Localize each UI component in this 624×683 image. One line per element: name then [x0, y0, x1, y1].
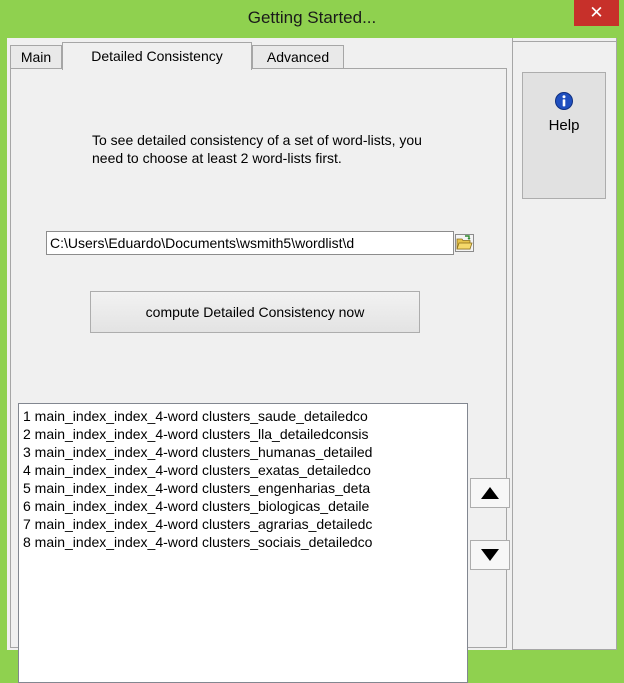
wordlist-list[interactable]: 1 main_index_index_4-word clusters_saude…: [18, 403, 468, 683]
tab-detailed-consistency[interactable]: Detailed Consistency: [62, 42, 252, 70]
wordlist-path-input[interactable]: [46, 231, 454, 255]
list-item[interactable]: 3 main_index_index_4-word clusters_human…: [19, 443, 467, 461]
close-button[interactable]: ✕: [574, 0, 619, 26]
tab-area: Main Detailed Consistency Advanced To se…: [7, 38, 510, 683]
list-item[interactable]: 4 main_index_index_4-word clusters_exata…: [19, 461, 467, 479]
tab-advanced[interactable]: Advanced: [252, 45, 344, 69]
triangle-up-icon: [481, 487, 499, 499]
help-button[interactable]: Help: [522, 72, 606, 199]
title-bar[interactable]: Getting Started... ✕: [0, 0, 624, 36]
list-item[interactable]: 1 main_index_index_4-word clusters_saude…: [19, 407, 467, 425]
detailed-consistency-panel: To see detailed consistency of a set of …: [10, 68, 510, 683]
list-item[interactable]: 6 main_index_index_4-word clusters_biolo…: [19, 497, 467, 515]
compute-detailed-consistency-button[interactable]: compute Detailed Consistency now: [90, 291, 420, 333]
folder-open-icon[interactable]: [455, 234, 474, 252]
tab-main[interactable]: Main: [10, 45, 62, 69]
window-title: Getting Started...: [247, 8, 377, 27]
side-panel: Help: [512, 38, 617, 650]
side-panel-divider: [513, 38, 616, 42]
getting-started-window: Getting Started... ✕ Main Detailed Consi…: [0, 0, 624, 683]
move-up-button[interactable]: [470, 478, 510, 508]
info-icon: [555, 92, 573, 110]
wordlist-items: 1 main_index_index_4-word clusters_saude…: [19, 407, 467, 551]
list-item[interactable]: 7 main_index_index_4-word clusters_agrar…: [19, 515, 467, 533]
list-item[interactable]: 5 main_index_index_4-word clusters_engen…: [19, 479, 467, 497]
instructions-text: To see detailed consistency of a set of …: [92, 132, 422, 166]
list-item[interactable]: 2 main_index_index_4-word clusters_lla_d…: [19, 425, 467, 443]
move-down-button[interactable]: [470, 540, 510, 570]
list-item[interactable]: 8 main_index_index_4-word clusters_socia…: [19, 533, 467, 551]
close-icon: ✕: [589, 3, 604, 22]
triangle-down-icon: [481, 549, 499, 561]
help-label: Help: [548, 117, 580, 134]
window-client-area: Main Detailed Consistency Advanced To se…: [7, 38, 617, 683]
